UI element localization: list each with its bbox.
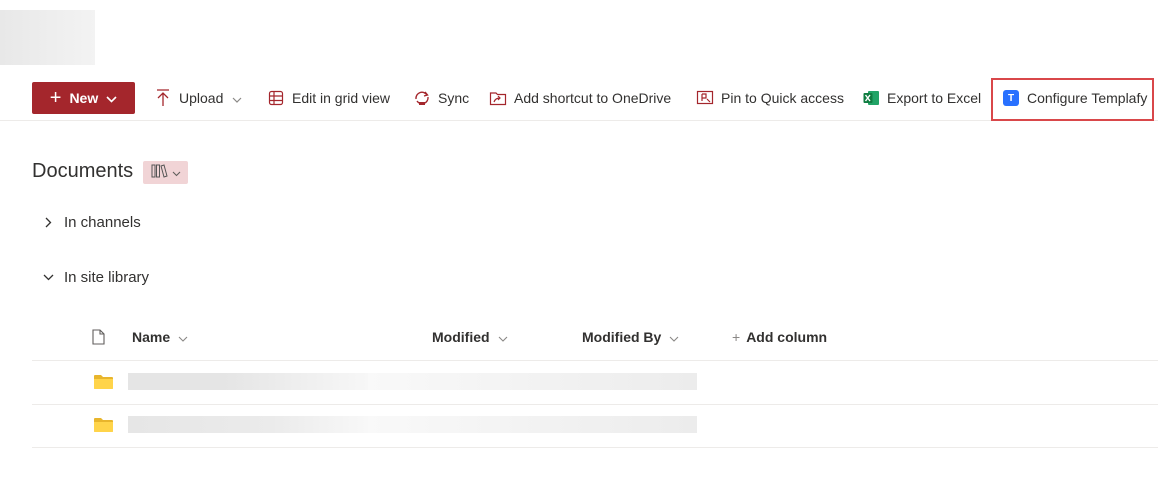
pin-icon xyxy=(696,89,714,107)
folder-icon xyxy=(94,418,113,432)
chevron-down-icon xyxy=(498,329,508,345)
redacted-name xyxy=(128,373,368,390)
add-column-button[interactable]: + Add column xyxy=(732,329,827,345)
table-row[interactable] xyxy=(32,404,1158,448)
upload-icon xyxy=(154,89,172,107)
document-icon xyxy=(92,329,105,348)
redacted-name xyxy=(128,416,368,433)
highlight-box xyxy=(991,78,1154,121)
add-column-label: Add column xyxy=(746,329,828,345)
export-excel-label: Export to Excel xyxy=(887,90,982,106)
name-column-header[interactable]: Name xyxy=(132,329,188,345)
table-row[interactable] xyxy=(32,361,1158,405)
modified-by-column-header[interactable]: Modified By xyxy=(582,329,679,345)
chevron-down-icon xyxy=(106,90,117,106)
add-shortcut-label: Add shortcut to OneDrive xyxy=(514,90,672,106)
export-excel-button[interactable]: Export to Excel xyxy=(862,80,981,116)
section-label: In channels xyxy=(64,214,141,231)
chevron-down-icon xyxy=(172,164,181,182)
redacted-details xyxy=(368,373,697,390)
grid-icon xyxy=(267,89,285,107)
library-title: Documents xyxy=(32,160,134,182)
command-bar: + New Upload Edit in grid view Sync Add … xyxy=(0,80,1158,121)
plus-icon: + xyxy=(49,87,62,109)
chevron-right-icon xyxy=(40,217,56,228)
edit-grid-view-button[interactable]: Edit in grid view xyxy=(267,80,390,116)
chevron-down-icon xyxy=(40,274,56,281)
file-type-column-header[interactable] xyxy=(92,329,105,348)
modified-column-label: Modified xyxy=(432,329,490,345)
chevron-down-icon xyxy=(178,329,188,345)
pin-quick-access-label: Pin to Quick access xyxy=(721,90,844,106)
site-logo[interactable] xyxy=(0,10,95,65)
upload-button[interactable]: Upload xyxy=(154,80,242,116)
upload-label: Upload xyxy=(179,90,224,106)
sync-icon xyxy=(413,89,431,107)
shortcut-icon xyxy=(489,89,507,107)
redacted-details xyxy=(368,416,697,433)
modified-column-header[interactable]: Modified xyxy=(432,329,508,345)
library-view-button[interactable] xyxy=(143,161,188,184)
name-column-label: Name xyxy=(132,329,171,345)
edit-grid-view-label: Edit in grid view xyxy=(292,90,391,106)
excel-icon xyxy=(862,89,880,107)
modified-by-column-label: Modified By xyxy=(582,329,662,345)
section-in-site-library[interactable]: In site library xyxy=(40,269,149,286)
new-button-label: New xyxy=(69,90,99,106)
library-icon xyxy=(151,163,168,183)
pin-quick-access-button[interactable]: Pin to Quick access xyxy=(696,80,844,116)
chevron-down-icon xyxy=(232,90,242,106)
add-shortcut-button[interactable]: Add shortcut to OneDrive xyxy=(489,80,671,116)
sync-button[interactable]: Sync xyxy=(413,80,469,116)
add-icon: + xyxy=(732,329,741,345)
chevron-down-icon xyxy=(669,329,679,345)
new-button[interactable]: + New xyxy=(32,82,135,114)
section-in-channels[interactable]: In channels xyxy=(40,214,141,231)
sync-label: Sync xyxy=(438,90,470,106)
section-label: In site library xyxy=(64,269,150,286)
folder-icon xyxy=(94,375,113,389)
